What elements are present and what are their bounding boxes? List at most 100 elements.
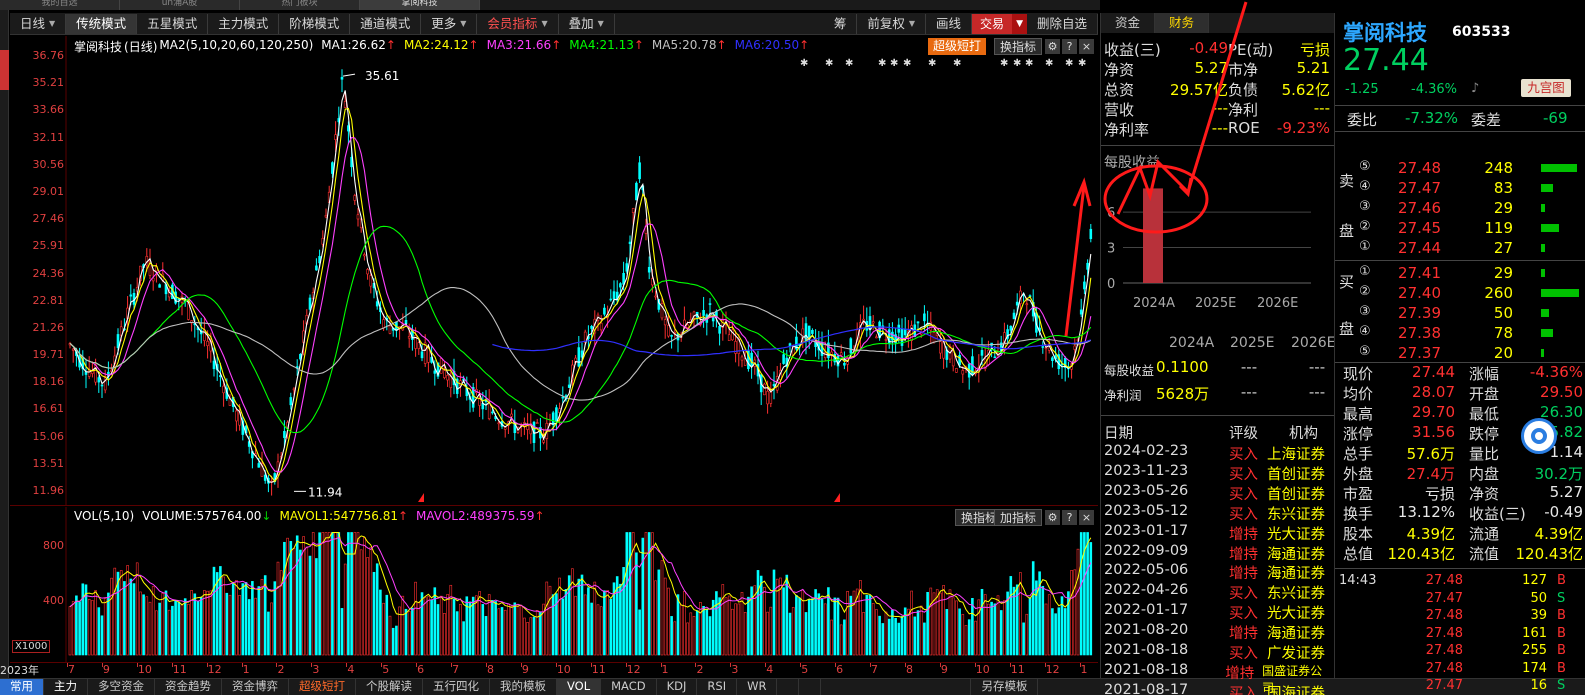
bid-row[interactable]: ① 27.41 29 [1335, 264, 1585, 283]
member-indicator-menu[interactable]: 会员指标 ▼ [477, 13, 559, 34]
rating-row[interactable]: 2022-04-26 买入 东兴证券 [1104, 582, 1332, 603]
up-arrow-icon: ↑ [397, 509, 409, 523]
month-tick: 7 [871, 663, 879, 676]
rating-row[interactable]: 2021-08-17 买入 国海证券 [1104, 682, 1332, 695]
rating-row[interactable]: 2021-08-18 买入 广发证券 [1104, 642, 1332, 663]
assistant-float-icon[interactable] [1521, 418, 1557, 454]
rating-row[interactable]: 2021-08-20 增持 海通证券 [1104, 622, 1332, 643]
top-tab-bar: 我的自选 un浦A股 热门板块 掌阅科技 [0, 0, 1100, 10]
ask-volume: 83 [1493, 179, 1513, 197]
rating-row[interactable]: 2024-02-23 买入 上海证券 [1104, 443, 1332, 464]
bottom-tab[interactable] [821, 679, 972, 695]
remove-watchlist-button[interactable]: 删除自选 [1027, 13, 1098, 34]
bottom-tab[interactable]: 主力 [44, 679, 88, 695]
volume-bar [526, 622, 529, 656]
close-icon[interactable]: × [1079, 510, 1094, 525]
top-tab[interactable]: 我的自选 [0, 0, 120, 10]
top-tab[interactable]: un浦A股 [120, 0, 240, 10]
adjust-select[interactable]: 前复权 ▼ [857, 13, 927, 34]
bottom-tab[interactable]: 另存模板 [971, 679, 1039, 695]
bid-row[interactable]: ② 27.40 260 [1335, 284, 1585, 303]
bottom-tab[interactable]: 资金博弈 [222, 679, 289, 695]
top-tab[interactable]: 掌阅科技 [360, 0, 480, 10]
bottom-tab[interactable] [799, 679, 822, 695]
ask-row[interactable]: ⑤ 27.48 248 [1335, 159, 1585, 178]
rating-row[interactable]: 2023-05-12 买入 东兴证券 [1104, 503, 1332, 524]
add-indicator-button[interactable]: 加指标 [993, 509, 1042, 526]
mode-main-force[interactable]: 主力模式 [208, 13, 280, 34]
bottom-tab[interactable]: 我的模板 [490, 679, 557, 695]
bottom-tab[interactable]: KDJ [657, 679, 698, 695]
tab-finance[interactable]: 财务 [1155, 13, 1209, 33]
volume-bar [699, 602, 702, 656]
bottom-tab[interactable]: VOL [557, 679, 602, 695]
volume-bar [583, 594, 587, 656]
tab-funds[interactable]: 资金 [1101, 13, 1155, 33]
bottom-tab[interactable]: 超级短打 [289, 679, 356, 695]
volume-bar [273, 581, 277, 656]
ask-row[interactable]: ③ 27.46 29 [1335, 199, 1585, 218]
bottom-tab[interactable]: 五行四化 [423, 679, 490, 695]
rating-row[interactable]: 2023-05-26 买入 首创证券 [1104, 483, 1332, 504]
gear-icon[interactable]: ⚙ [1045, 39, 1060, 54]
rating-row[interactable]: 2023-11-23 买入 首创证券 [1104, 463, 1332, 484]
stat-value: 120.43亿 [1387, 545, 1456, 563]
mode-traditional[interactable]: 传统模式 [66, 13, 138, 34]
tick-direction: B [1557, 625, 1566, 641]
bottom-tab[interactable]: RSI [697, 679, 738, 695]
volume-bar [1047, 594, 1051, 656]
bottom-tab[interactable]: MACD [601, 679, 657, 695]
month-tick: 7 [68, 663, 75, 676]
month-tick: 10 [137, 663, 152, 676]
rating-row[interactable]: 2022-05-06 增持 海通证券 [1104, 562, 1332, 583]
month-tick-mark [800, 663, 802, 667]
nine-grid-button[interactable]: 九宫图 [1521, 79, 1571, 97]
rating-row[interactable]: 2022-09-09 增持 海通证券 [1104, 543, 1332, 564]
bottom-tab[interactable]: WR [737, 679, 778, 695]
bell-icon[interactable]: ♪ [1471, 81, 1479, 96]
stat-value: 28.07 [1412, 383, 1455, 401]
period-select[interactable]: 日线 ▼ [10, 13, 67, 34]
super-short-button[interactable]: 超级短打 [927, 38, 986, 55]
close-icon[interactable]: × [1079, 39, 1094, 54]
chip-button[interactable]: 筹 [824, 13, 858, 34]
tick-volume: 16 [1530, 678, 1547, 693]
trade-menu-icon[interactable]: ▼ [1012, 13, 1027, 34]
kline-body [449, 376, 453, 388]
bottom-tab[interactable]: 常用 [0, 679, 44, 695]
mode-channel[interactable]: 通道模式 [350, 13, 422, 34]
help-icon[interactable]: ? [1062, 510, 1077, 525]
volume-bar [244, 582, 248, 656]
bid-row[interactable]: ④ 27.38 78 [1335, 324, 1585, 343]
help-icon[interactable]: ? [1062, 39, 1077, 54]
volume-bar [503, 609, 507, 656]
bottom-tab[interactable]: 资金趋势 [155, 679, 222, 695]
draw-line-button[interactable]: 画线 [926, 13, 973, 34]
change-indicator-button[interactable]: 换指标 [993, 38, 1042, 55]
mode-ladder[interactable]: 阶梯模式 [279, 13, 351, 34]
trade-button[interactable]: 交易 [972, 13, 1013, 34]
mode-five-star[interactable]: 五星模式 [137, 13, 209, 34]
bid-volume: 260 [1484, 284, 1513, 302]
ask-volume-bar [1541, 204, 1545, 212]
ask-row[interactable]: ④ 27.47 83 [1335, 179, 1585, 198]
ask-row[interactable]: ② 27.45 119 [1335, 219, 1585, 238]
bid-row[interactable]: ⑤ 27.37 20 [1335, 344, 1585, 363]
rating-row[interactable]: 2022-01-17 买入 光大证券 [1104, 602, 1332, 623]
bottom-tab[interactable]: 多空资金 [88, 679, 155, 695]
top-tab[interactable]: 热门板块 [240, 0, 360, 10]
overlay-menu[interactable]: 叠加 ▼ [559, 13, 615, 34]
volume-chart-panel[interactable]: 800 400 X1000 VOL(5,10) VOLUME:575764.00↓ … [10, 507, 1098, 662]
volume-bar [948, 589, 952, 656]
volume-bar [839, 624, 843, 656]
ask-row[interactable]: ① 27.44 27 [1335, 239, 1585, 258]
stock-code: 603533 [1452, 24, 1510, 40]
more-menu[interactable]: 更多 ▼ [421, 13, 478, 34]
bottom-tab[interactable]: 个股解读 [356, 679, 423, 695]
rating-row[interactable]: 2023-01-17 增持 光大证券 [1104, 523, 1332, 544]
kline-chart-panel[interactable]: 35.61 11.94 ✱ ✱ ✱ ✱ ✱ ✱ ✱ ✱ ✱ ✱ ✱ ✱ ✱ ✱ 36.76 35.21 33.66… [10, 36, 1098, 506]
bottom-tab[interactable] [777, 679, 800, 695]
bid-row[interactable]: ③ 27.39 50 [1335, 304, 1585, 323]
gear-icon[interactable]: ⚙ [1045, 510, 1060, 525]
stat-value: 4.39亿 [1406, 525, 1455, 543]
